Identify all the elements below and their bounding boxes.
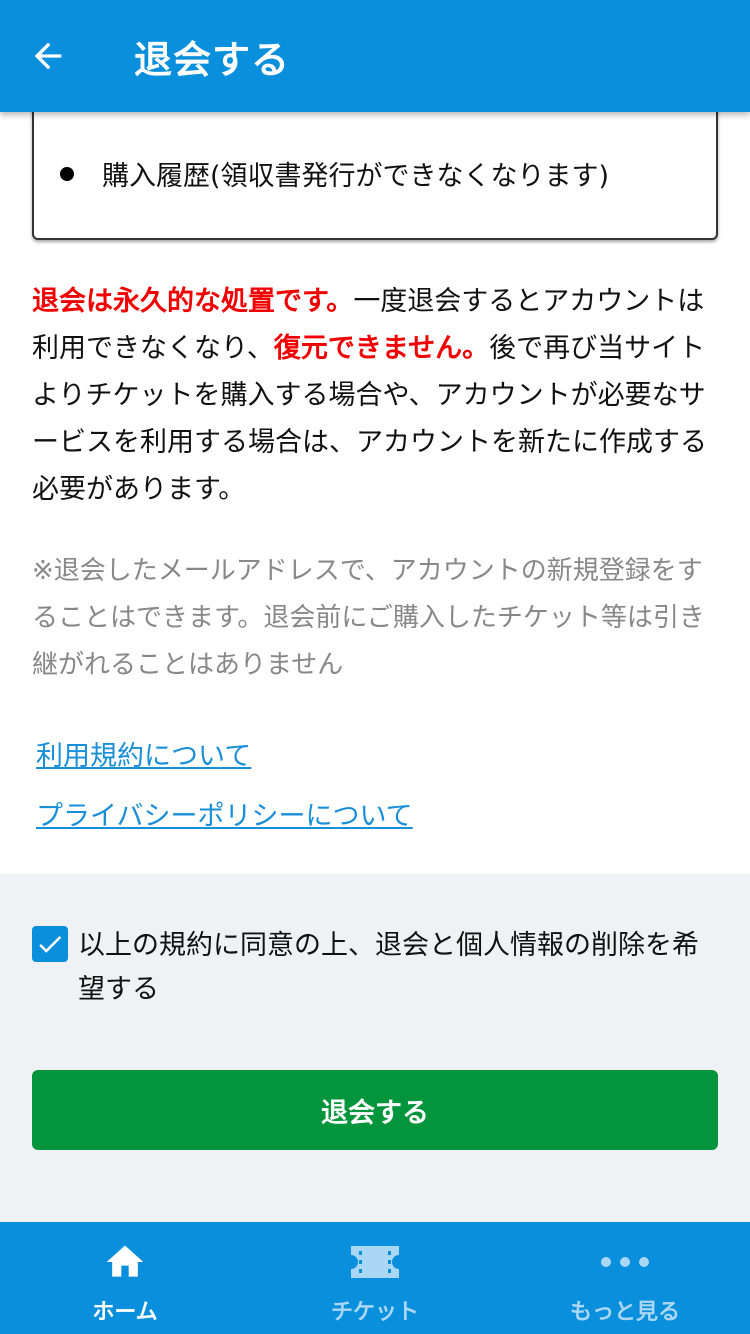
checkmark-icon (39, 936, 62, 953)
page-title: 退会する (134, 37, 291, 82)
agreement-section: 以上の規約に同意の上、退会と個人情報の削除を希望する 退会する (0, 874, 750, 1222)
arrow-left-icon (34, 42, 62, 70)
home-icon (106, 1245, 144, 1277)
bottom-nav: ホーム チケット もっと見る (0, 1222, 750, 1334)
list-item: 購入履歴(領収書発行ができなくなります) (60, 154, 609, 193)
nav-label-ticket: チケット (330, 1300, 419, 1325)
terms-link[interactable]: 利用規約について (36, 734, 251, 773)
bullet-icon (60, 166, 74, 181)
warning-emphasis-unrecoverable: 復元できません。 (273, 333, 490, 364)
nav-label-more: もっと見る (569, 1300, 680, 1325)
main-content[interactable]: 購入履歴(領収書発行ができなくなります) 退会は永久的な処置です。一度退会すると… (0, 112, 750, 874)
agree-label[interactable]: 以上の規約に同意の上、退会と個人情報の削除を希望する (78, 924, 708, 1012)
back-button[interactable] (0, 0, 96, 112)
withdraw-button[interactable]: 退会する (32, 1070, 718, 1150)
nav-item-ticket[interactable]: チケット (250, 1222, 500, 1334)
more-dots-icon (601, 1257, 649, 1267)
agree-checkbox[interactable] (32, 926, 68, 962)
nav-label-home: ホーム (92, 1300, 158, 1325)
ticket-icon (351, 1246, 399, 1278)
reregistration-note: ※退会したメールアドレスで、アカウントの新規登録をすることはできます。退会前にご… (32, 556, 705, 680)
privacy-policy-link[interactable]: プライバシーポリシーについて (36, 794, 413, 833)
agreement-row[interactable]: 以上の規約に同意の上、退会と個人情報の削除を希望する (32, 924, 708, 1012)
deleted-data-list: 購入履歴(領収書発行ができなくなります) (32, 112, 718, 240)
warning-emphasis-permanent: 退会は永久的な処置です。 (32, 286, 354, 317)
list-item-text: 購入履歴(領収書発行ができなくなります) (102, 161, 610, 192)
warning-text: 退会は永久的な処置です。一度退会するとアカウントは利用できなくなり、復元できませ… (32, 278, 722, 513)
app-bar: 退会する (0, 0, 750, 112)
nav-item-home[interactable]: ホーム (0, 1222, 250, 1334)
nav-item-more[interactable]: もっと見る (500, 1222, 750, 1334)
